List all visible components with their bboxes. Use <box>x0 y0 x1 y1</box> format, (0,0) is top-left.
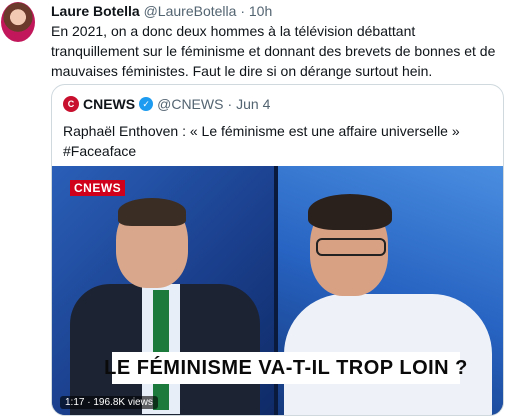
verified-check: ✓ <box>142 98 150 109</box>
video-player[interactable]: CNEWS LE FÉMINISME VA-T-IL TROP LOIN ? 1… <box>52 166 503 415</box>
quoted-date[interactable]: Jun 4 <box>236 96 270 112</box>
logo-letter: C <box>67 99 75 109</box>
verified-badge-icon: ✓ <box>139 97 154 111</box>
glasses-icon <box>316 238 386 256</box>
tweet-header: Laure Botella @LaureBotella · 10h <box>51 3 272 20</box>
quoted-author-name[interactable]: CNEWS <box>83 96 135 112</box>
video-info-badge: 1:17 · 196.8K views <box>60 396 158 409</box>
avatar[interactable] <box>1 2 35 42</box>
author-name[interactable]: Laure Botella <box>51 3 140 19</box>
channel-badge: CNEWS <box>70 180 126 196</box>
tweet-text: En 2021, on a donc deux hommes à la télé… <box>51 23 496 79</box>
cnews-logo-icon[interactable]: C <box>63 96 79 112</box>
right-speaker-hair <box>308 194 392 230</box>
tweet-timestamp[interactable]: 10h <box>249 3 272 19</box>
separator-dot: · <box>240 3 245 19</box>
author-handle[interactable]: @LaureBotella <box>144 3 237 19</box>
left-speaker-hair <box>118 198 186 226</box>
quoted-tweet-header: C CNEWS ✓ @CNEWS · Jun 4 <box>63 95 270 113</box>
video-caption-text: LE FÉMINISME VA-T-IL TROP LOIN ? <box>104 356 468 379</box>
left-speaker-tie <box>153 290 169 410</box>
video-caption-banner: LE FÉMINISME VA-T-IL TROP LOIN ? <box>104 352 467 384</box>
quoted-tweet-text: Raphaël Enthoven : « Le féminisme est un… <box>63 123 460 159</box>
quoted-tweet[interactable]: C CNEWS ✓ @CNEWS · Jun 4 Raphaël Enthove… <box>51 84 504 416</box>
separator-dot: · <box>227 96 233 112</box>
quoted-author-handle[interactable]: @CNEWS <box>157 96 223 112</box>
